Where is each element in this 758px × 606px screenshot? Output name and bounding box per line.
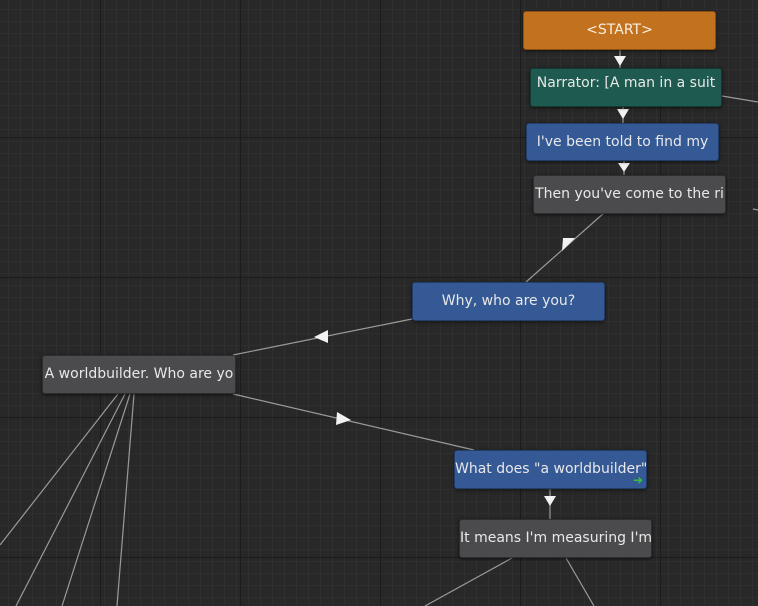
node-what-does[interactable]: What does "a worldbuilder" ➜	[454, 450, 647, 489]
graph-canvas[interactable]: <START> Narrator: [A man in a suit I've …	[0, 0, 758, 606]
node-start[interactable]: <START>	[523, 11, 716, 50]
node-told-to-find-label: I've been told to find my	[536, 134, 709, 150]
node-worldbuilder[interactable]: A worldbuilder. Who are yo	[42, 355, 236, 394]
node-what-does-label: What does "a worldbuilder"	[455, 461, 647, 477]
edge-arrow-told-come	[618, 163, 630, 172]
node-come-to-right-label: Then you've come to the ri	[535, 186, 724, 202]
node-narrator[interactable]: Narrator: [A man in a suit	[530, 68, 722, 107]
arrow-right-icon: ➜	[632, 473, 643, 487]
edge-come-offscreen	[752, 208, 758, 211]
edge-worldbuilder-what	[232, 393, 475, 451]
edge-means-out-2	[565, 557, 595, 606]
node-worldbuilder-label: A worldbuilder. Who are yo	[44, 366, 234, 382]
node-start-label: <START>	[586, 22, 653, 38]
node-it-means-label: It means I'm measuring I'm	[460, 530, 652, 546]
node-who-are-you-label: Why, who are you?	[441, 293, 576, 309]
node-told-to-find[interactable]: I've been told to find my	[526, 123, 719, 161]
node-who-are-you[interactable]: Why, who are you?	[412, 282, 605, 321]
edge-narrator-offscreen	[721, 95, 758, 103]
node-it-means[interactable]: It means I'm measuring I'm	[459, 519, 652, 558]
edge-means-out-1	[424, 557, 513, 606]
edge-arrow-what-means	[544, 496, 556, 506]
edge-arrow-narrator-told	[617, 109, 629, 119]
node-come-to-right[interactable]: Then you've come to the ri	[533, 175, 726, 214]
edge-arrow-start-narrator	[614, 56, 626, 66]
edge-arrow-who-worldbuilder	[314, 330, 328, 343]
node-narrator-label: Narrator: [A man in a suit	[536, 75, 716, 91]
edge-arrow-worldbuilder-what	[336, 412, 351, 425]
edge-worldbuilder-out-2	[15, 393, 126, 606]
